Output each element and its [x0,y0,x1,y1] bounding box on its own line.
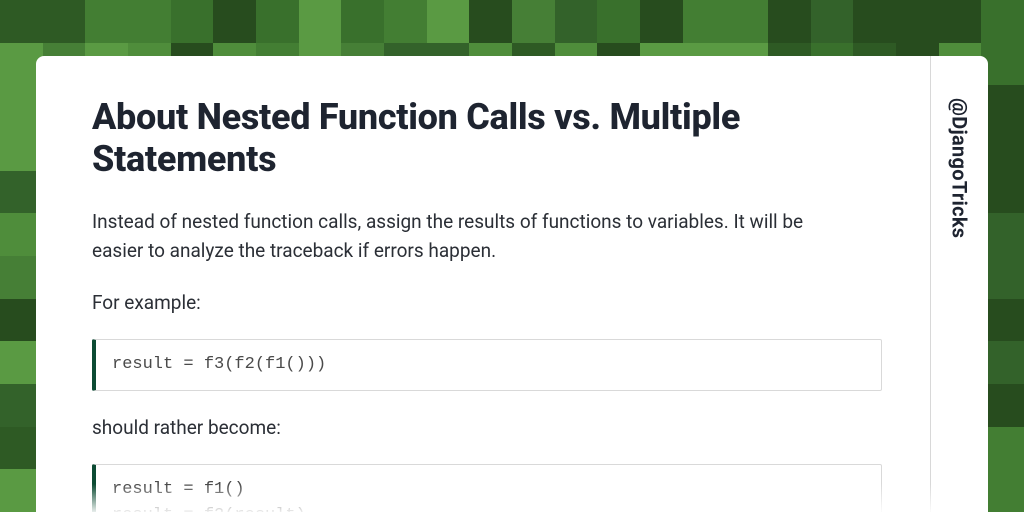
article-intro: Instead of nested function calls, assign… [92,207,852,266]
article-title: About Nested Function Calls vs. Multiple… [92,96,882,181]
code-before: result = f3(f2(f1())) [92,339,882,391]
author-handle: @DjangoTricks [948,98,972,238]
example-label: For example: [92,288,852,317]
transition-text: should rather become: [92,413,852,442]
article-content: About Nested Function Calls vs. Multiple… [36,56,930,512]
code-after: result = f1() result = f2(result) [92,464,882,512]
sidebar: @DjangoTricks [930,56,988,512]
article-card: About Nested Function Calls vs. Multiple… [36,56,988,512]
